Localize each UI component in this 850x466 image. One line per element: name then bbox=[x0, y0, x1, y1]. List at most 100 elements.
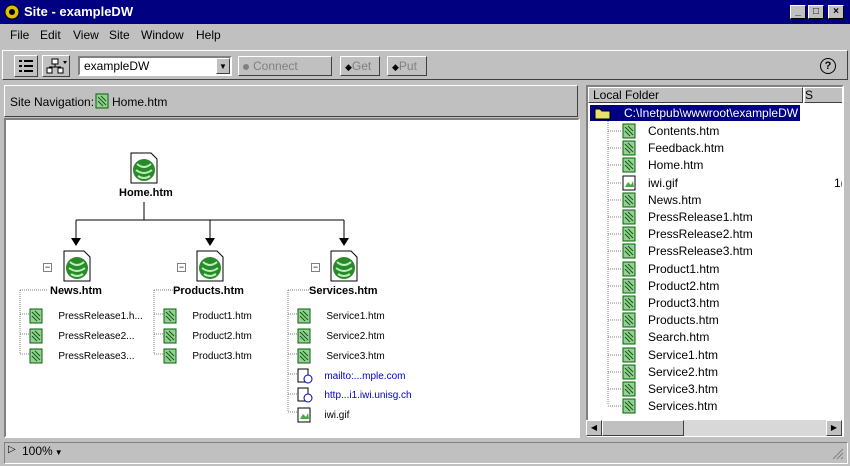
connect-label: Connect bbox=[253, 59, 298, 73]
services-child-2[interactable]: Service2.htm bbox=[297, 328, 385, 344]
child-label: Service2.htm bbox=[326, 331, 385, 343]
collapse-services-toggle[interactable]: − bbox=[311, 263, 320, 272]
scroll-left-icon[interactable]: ◀ bbox=[586, 420, 602, 436]
file-row[interactable]: Product1.htm bbox=[588, 261, 842, 278]
child-label: Product2.htm bbox=[192, 331, 252, 343]
html-page-icon bbox=[622, 123, 636, 139]
html-page-icon bbox=[622, 329, 636, 345]
html-page-icon bbox=[163, 308, 177, 324]
maximize-button[interactable]: □ bbox=[808, 5, 824, 19]
file-row[interactable]: PressRelease2.htm bbox=[588, 226, 842, 243]
file-name: Service1.htm bbox=[648, 347, 719, 362]
file-row[interactable]: Contents.htm bbox=[588, 123, 842, 140]
link-label: http...i1.iwi.unisg.ch bbox=[324, 390, 412, 402]
html-page-icon bbox=[29, 308, 43, 324]
tree-branch bbox=[608, 319, 621, 321]
products-child-2[interactable]: Product2.htm bbox=[163, 328, 252, 344]
file-name: iwi.gif bbox=[648, 175, 679, 190]
services-child-3[interactable]: Service3.htm bbox=[297, 348, 385, 364]
services-child-http[interactable]: http...i1.iwi.unisg.ch bbox=[297, 387, 412, 403]
products-page-icon[interactable] bbox=[195, 250, 225, 282]
zoom-dropdown[interactable]: 100% ▼ bbox=[22, 444, 63, 458]
file-row[interactable]: Service1.htm bbox=[588, 347, 842, 364]
root-folder-row[interactable]: C:\Inetpub\wwwroot\exampleDW bbox=[590, 105, 800, 121]
services-child-1[interactable]: Service1.htm bbox=[297, 308, 385, 324]
child-label: PressRelease1.h... bbox=[58, 311, 143, 323]
child-label: Service1.htm bbox=[326, 311, 385, 323]
file-row[interactable]: PressRelease3.htm bbox=[588, 243, 842, 260]
file-row[interactable]: Product3.htm bbox=[588, 295, 842, 312]
html-page-icon bbox=[163, 348, 177, 364]
chevron-down-icon[interactable]: ▼ bbox=[216, 58, 230, 74]
file-row[interactable]: Product2.htm bbox=[588, 278, 842, 295]
news-node-label[interactable]: News.htm bbox=[50, 285, 102, 297]
minimize-button[interactable]: _ bbox=[790, 5, 806, 19]
products-child-1[interactable]: Product1.htm bbox=[163, 308, 252, 324]
file-row[interactable]: Service3.htm bbox=[588, 381, 842, 398]
html-page-icon bbox=[163, 328, 177, 344]
put-button[interactable]: ◆Put bbox=[387, 56, 427, 76]
menu-file[interactable]: File bbox=[10, 28, 29, 42]
file-row[interactable]: Services.htm bbox=[588, 398, 842, 415]
horizontal-scrollbar[interactable]: ◀ ▶ bbox=[586, 420, 842, 436]
news-page-icon[interactable] bbox=[62, 250, 92, 282]
size-column-header[interactable]: S bbox=[804, 87, 842, 103]
products-node-label[interactable]: Products.htm bbox=[173, 285, 244, 297]
file-row[interactable]: Home.htm bbox=[588, 157, 842, 174]
tree-branch bbox=[608, 164, 621, 166]
file-row[interactable]: iwi.gif 1( bbox=[588, 175, 842, 192]
file-name: Product2.htm bbox=[648, 278, 720, 293]
menu-window[interactable]: Window bbox=[141, 28, 184, 42]
connect-indicator-icon bbox=[243, 64, 249, 70]
news-child-3[interactable]: PressRelease3... bbox=[29, 348, 135, 364]
file-row[interactable]: Products.htm bbox=[588, 312, 842, 329]
connect-button[interactable]: Connect bbox=[238, 56, 332, 76]
home-node-label[interactable]: Home.htm bbox=[119, 187, 173, 199]
services-page-icon[interactable] bbox=[329, 250, 359, 282]
root-folder-path: C:\Inetpub\wwwroot\exampleDW bbox=[624, 106, 799, 120]
tree-branch bbox=[608, 268, 621, 270]
html-page-icon bbox=[622, 295, 636, 311]
services-child-mailto[interactable]: mailto:...mple.com bbox=[297, 368, 405, 384]
services-child-gif[interactable]: iwi.gif bbox=[297, 407, 349, 423]
local-folder-column-header[interactable]: Local Folder bbox=[588, 87, 803, 103]
resize-grip-icon[interactable] bbox=[832, 448, 844, 460]
menu-view[interactable]: View bbox=[73, 28, 99, 42]
file-row[interactable]: News.htm bbox=[588, 192, 842, 209]
file-view-button[interactable] bbox=[14, 55, 38, 77]
image-file-icon bbox=[297, 407, 311, 423]
html-page-icon bbox=[622, 140, 636, 156]
scroll-right-icon[interactable]: ▶ bbox=[826, 420, 842, 436]
menu-site[interactable]: Site bbox=[109, 28, 130, 42]
news-child-2[interactable]: PressRelease2... bbox=[29, 328, 135, 344]
collapse-products-toggle[interactable]: − bbox=[177, 263, 186, 272]
file-row[interactable]: PressRelease1.htm bbox=[588, 209, 842, 226]
tree-branch bbox=[608, 216, 621, 218]
html-page-icon bbox=[622, 312, 636, 328]
collapse-news-toggle[interactable]: − bbox=[43, 263, 52, 272]
dreamweaver-icon bbox=[4, 4, 20, 20]
status-bar bbox=[4, 442, 848, 464]
tree-branch bbox=[608, 354, 621, 356]
get-button[interactable]: ◆Get bbox=[340, 56, 380, 76]
file-row[interactable]: Search.htm bbox=[588, 329, 842, 346]
help-icon[interactable]: ? bbox=[820, 58, 836, 74]
site-navigation-file[interactable]: Home.htm bbox=[112, 95, 167, 109]
scrollbar-thumb[interactable] bbox=[602, 420, 684, 436]
get-label: Get bbox=[351, 59, 372, 73]
external-link-icon bbox=[297, 368, 313, 384]
html-page-icon bbox=[297, 328, 311, 344]
file-row[interactable]: Feedback.htm bbox=[588, 140, 842, 157]
news-child-1[interactable]: PressRelease1.h... bbox=[29, 308, 143, 324]
file-row[interactable]: Service2.htm bbox=[588, 364, 842, 381]
menu-edit[interactable]: Edit bbox=[40, 28, 61, 42]
file-name: Contents.htm bbox=[648, 124, 720, 138]
site-map-button[interactable] bbox=[42, 55, 70, 77]
products-child-3[interactable]: Product3.htm bbox=[163, 348, 252, 364]
services-node-label[interactable]: Services.htm bbox=[309, 285, 377, 297]
close-button[interactable]: × bbox=[828, 5, 844, 19]
menu-help[interactable]: Help bbox=[196, 28, 221, 42]
home-page-icon[interactable] bbox=[129, 152, 159, 184]
file-name: Service3.htm bbox=[648, 382, 719, 396]
expand-arrow-icon[interactable]: ▷ bbox=[8, 444, 16, 455]
